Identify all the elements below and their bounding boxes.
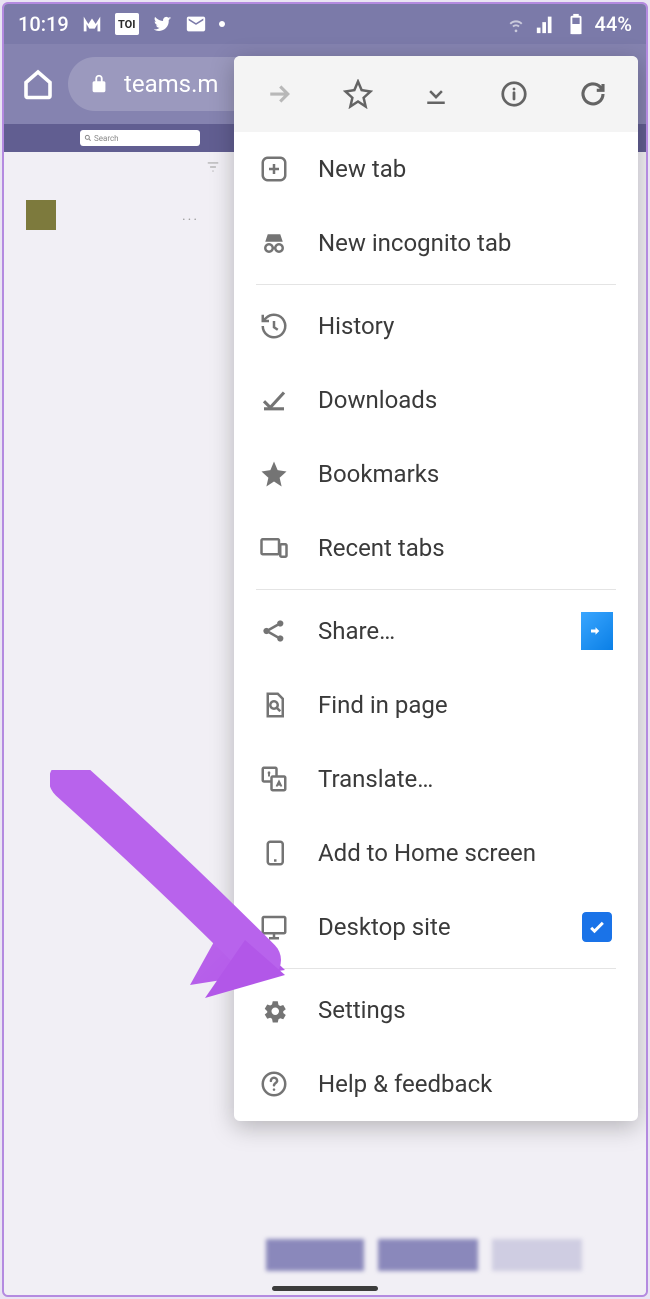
battery-percent: 44% bbox=[595, 12, 632, 36]
wifi-icon bbox=[505, 13, 527, 35]
toi-icon: TOI bbox=[115, 13, 139, 35]
menu-share[interactable]: Share… bbox=[234, 594, 638, 668]
teams-search-placeholder: Search bbox=[94, 134, 119, 143]
menu-label: Share… bbox=[318, 617, 552, 645]
menu-top-row bbox=[234, 56, 638, 132]
status-bar: 10:19 TOI 44% bbox=[4, 4, 646, 44]
battery-icon bbox=[565, 13, 587, 35]
menu-label: New incognito tab bbox=[318, 229, 614, 257]
download-button[interactable] bbox=[406, 64, 466, 124]
menu-label: Help & feedback bbox=[318, 1070, 614, 1098]
share-icon bbox=[258, 615, 290, 647]
gmail-icon bbox=[185, 13, 207, 35]
bottom-blur-chips bbox=[266, 1239, 582, 1271]
menu-settings[interactable]: Settings bbox=[234, 973, 638, 1047]
menu-bookmarks[interactable]: Bookmarks bbox=[234, 437, 638, 511]
monitor-icon bbox=[258, 911, 290, 943]
menu-label: Find in page bbox=[318, 691, 614, 719]
menu-label: History bbox=[318, 312, 614, 340]
menu-label: Bookmarks bbox=[318, 460, 614, 488]
checkmark-arrow-icon bbox=[258, 384, 290, 416]
signal-icon bbox=[535, 13, 557, 35]
more-icon[interactable]: ··· bbox=[182, 212, 199, 228]
translate-icon bbox=[258, 763, 290, 795]
phone-icon bbox=[258, 837, 290, 869]
gear-icon bbox=[258, 994, 290, 1026]
menu-label: New tab bbox=[318, 155, 614, 183]
overflow-menu: New tab New incognito tab History Downlo… bbox=[234, 56, 638, 1121]
devices-icon bbox=[258, 532, 290, 564]
menu-find-in-page[interactable]: Find in page bbox=[234, 668, 638, 742]
history-icon bbox=[258, 310, 290, 342]
forward-button[interactable] bbox=[249, 64, 309, 124]
share-target-icon bbox=[580, 614, 614, 648]
menu-label: Desktop site bbox=[318, 913, 552, 941]
incognito-icon bbox=[258, 227, 290, 259]
menu-desktop-site[interactable]: Desktop site bbox=[234, 890, 638, 964]
bookmark-star-button[interactable] bbox=[328, 64, 388, 124]
menu-new-tab[interactable]: New tab bbox=[234, 132, 638, 206]
notification-dot bbox=[219, 21, 225, 27]
menu-label: Settings bbox=[318, 996, 614, 1024]
menu-add-home[interactable]: Add to Home screen bbox=[234, 816, 638, 890]
menu-divider bbox=[256, 284, 616, 285]
menu-label: Downloads bbox=[318, 386, 614, 414]
menu-divider bbox=[256, 968, 616, 969]
reload-button[interactable] bbox=[563, 64, 623, 124]
filter-icon[interactable] bbox=[206, 160, 220, 178]
menu-help[interactable]: Help & feedback bbox=[234, 1047, 638, 1121]
desktop-site-checkbox[interactable] bbox=[580, 910, 614, 944]
plus-square-icon bbox=[258, 153, 290, 185]
home-icon[interactable] bbox=[20, 66, 56, 102]
help-icon bbox=[258, 1068, 290, 1100]
menu-history[interactable]: History bbox=[234, 289, 638, 363]
menu-label: Translate… bbox=[318, 765, 614, 793]
avatar-blur bbox=[26, 200, 56, 230]
m-icon bbox=[81, 13, 103, 35]
twitter-icon bbox=[151, 13, 173, 35]
menu-downloads[interactable]: Downloads bbox=[234, 363, 638, 437]
url-text: teams.m bbox=[124, 70, 218, 98]
menu-translate[interactable]: Translate… bbox=[234, 742, 638, 816]
home-indicator bbox=[272, 1286, 378, 1291]
info-button[interactable] bbox=[484, 64, 544, 124]
find-in-page-icon bbox=[258, 689, 290, 721]
menu-divider bbox=[256, 589, 616, 590]
menu-label: Add to Home screen bbox=[318, 839, 614, 867]
menu-new-incognito[interactable]: New incognito tab bbox=[234, 206, 638, 280]
teams-search[interactable]: Search bbox=[80, 130, 200, 146]
star-filled-icon bbox=[258, 458, 290, 490]
menu-label: Recent tabs bbox=[318, 534, 614, 562]
menu-recent-tabs[interactable]: Recent tabs bbox=[234, 511, 638, 585]
lock-icon bbox=[88, 73, 110, 95]
status-time: 10:19 bbox=[18, 12, 69, 36]
